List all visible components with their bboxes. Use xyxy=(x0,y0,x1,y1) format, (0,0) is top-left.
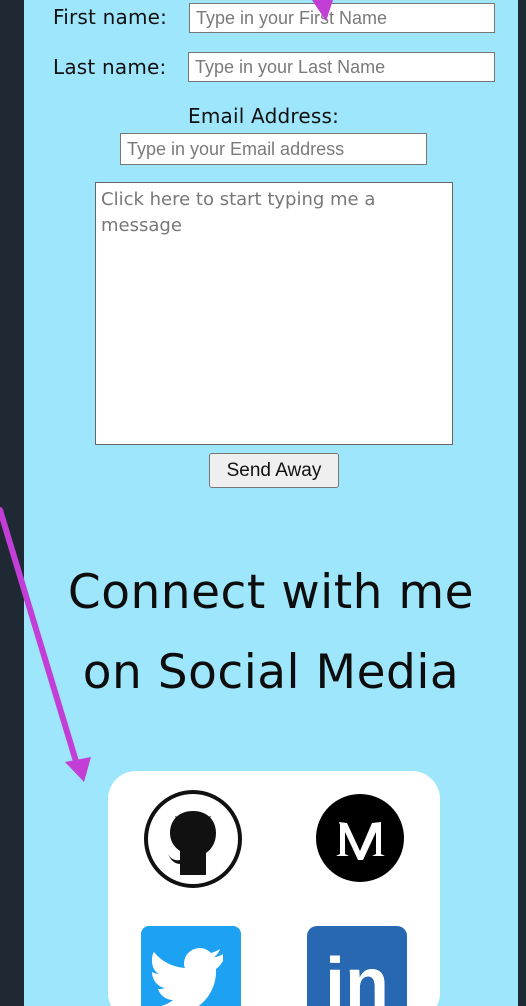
page: First name: Last name: Email Address: Se… xyxy=(0,0,526,1006)
github-icon[interactable] xyxy=(143,789,243,889)
social-heading-line1: Connect with me xyxy=(67,565,475,620)
last-name-label: Last name: xyxy=(53,55,167,79)
first-name-label: First name: xyxy=(53,5,168,29)
last-name-input[interactable] xyxy=(188,52,495,82)
linkedin-icon[interactable]: in xyxy=(307,926,407,1006)
first-name-input[interactable] xyxy=(189,3,495,33)
social-heading: Connect with me on Social Media xyxy=(24,553,518,713)
contact-panel: First name: Last name: Email Address: Se… xyxy=(24,0,518,1006)
social-card: in xyxy=(108,771,440,1006)
send-button[interactable]: Send Away xyxy=(209,453,339,488)
social-heading-line2: on Social Media xyxy=(82,645,460,700)
linkedin-text: in xyxy=(325,944,389,1006)
twitter-icon[interactable] xyxy=(141,926,241,1006)
medium-icon[interactable] xyxy=(314,792,406,884)
message-textarea[interactable] xyxy=(95,182,453,445)
email-input[interactable] xyxy=(120,133,427,165)
email-label: Email Address: xyxy=(188,104,340,128)
